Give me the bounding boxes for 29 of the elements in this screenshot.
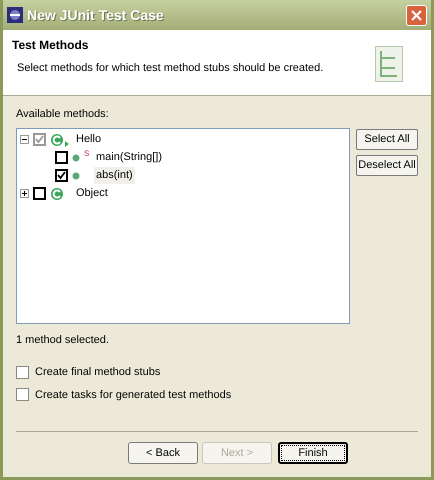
checkbox[interactable] bbox=[16, 388, 29, 402]
method-icon bbox=[72, 154, 80, 162]
status-text: 1 method selected. bbox=[16, 332, 110, 348]
tree-item[interactable]: main(String[]) bbox=[94, 149, 164, 166]
side-button[interactable]: Select All bbox=[356, 128, 418, 150]
footer-button[interactable]: < Back bbox=[128, 442, 198, 464]
close-icon bbox=[411, 10, 422, 20]
expander-icon[interactable] bbox=[20, 135, 29, 144]
checkbox[interactable] bbox=[16, 366, 29, 379]
header-title: Test Methods bbox=[12, 37, 90, 54]
list-icon bbox=[375, 46, 403, 82]
footer-button[interactable]: Finish bbox=[278, 442, 348, 464]
app-icon bbox=[7, 7, 23, 23]
methods-label: Available methods: bbox=[16, 107, 110, 122]
option-label: Create final method stubs bbox=[35, 365, 160, 380]
expander-icon[interactable] bbox=[20, 189, 29, 198]
method-icon bbox=[72, 172, 80, 180]
checkbox[interactable] bbox=[55, 151, 68, 164]
checkbox[interactable] bbox=[33, 187, 46, 200]
window-title: New JUnit Test Case bbox=[27, 6, 164, 24]
header-description: Select methods for which test method stubs should be created. bbox=[16, 61, 324, 76]
tree-item[interactable]: Hello bbox=[74, 131, 104, 148]
static-marker: S bbox=[84, 150, 90, 158]
class-icon bbox=[50, 132, 70, 146]
close-button[interactable] bbox=[406, 4, 427, 26]
option-label: Create tasks for generated test methods bbox=[35, 388, 232, 402]
tree-item[interactable]: Object bbox=[74, 185, 110, 202]
tree-item[interactable]: abs(int) bbox=[94, 167, 135, 184]
side-button[interactable]: Deselect All bbox=[356, 154, 418, 176]
